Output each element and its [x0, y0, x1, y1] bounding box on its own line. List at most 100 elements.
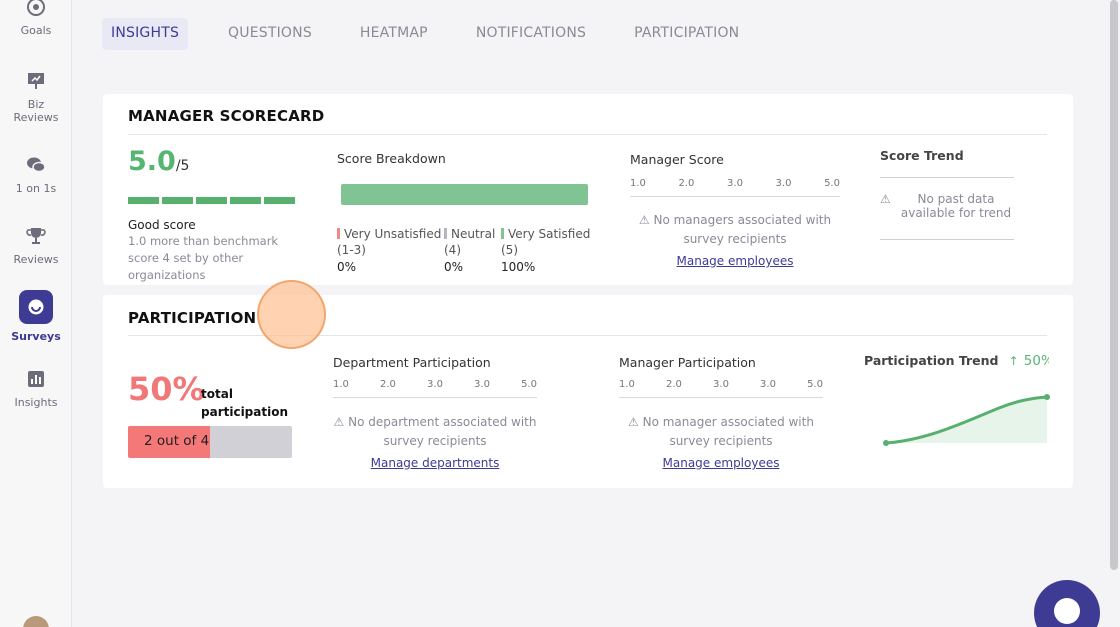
empty-msg-text: No department associated with survey rec…: [348, 415, 537, 448]
card-title: MANAGER SCORECARD: [128, 107, 325, 125]
manage-employees-link[interactable]: Manage employees: [663, 456, 780, 470]
tab-insights[interactable]: INSIGHTS: [102, 18, 189, 50]
target-icon: [27, 0, 45, 16]
axis-tick: 3.0: [474, 379, 490, 390]
avatar[interactable]: [23, 616, 49, 627]
axis-tick: 3.0: [775, 178, 792, 189]
department-axis: 1.0 2.0 3.0 3.0 5.0: [333, 379, 537, 398]
legend-very-satisfied: Very Satisfied (5) 100%: [501, 226, 591, 275]
legend-very-unsatisfied: Very Unsatisfied (1-3) 0%: [337, 226, 442, 275]
score-breakdown-title: Score Breakdown: [337, 151, 446, 166]
score-segment: [230, 197, 261, 204]
divider: [128, 134, 1047, 135]
manager-score-title: Manager Score: [630, 152, 724, 167]
manager-score-empty: ⚠ No managers associated with survey rec…: [630, 211, 840, 249]
empty-msg-text: No past data available for trend: [900, 192, 1012, 220]
participation-trend-value: 50%...: [1023, 353, 1049, 369]
manage-departments-link[interactable]: Manage departments: [371, 456, 500, 470]
legend-pct: 0%: [444, 260, 464, 274]
tab-heatmap[interactable]: HEATMAP: [360, 18, 428, 50]
chat-icon: [1054, 598, 1080, 624]
participation-card: PARTICIPATION 50% total participation 2 …: [103, 295, 1073, 488]
tab-participation[interactable]: PARTICIPATION: [634, 18, 739, 50]
trophy-icon: [26, 228, 46, 244]
department-participation-title: Department Participation: [333, 355, 491, 370]
benchmark-text: 1.0 more than benchmark score 4 set by o…: [128, 234, 279, 282]
chat-launcher-button[interactable]: [1034, 580, 1100, 627]
overall-score: 5.0/5: [128, 146, 189, 177]
axis-tick: 2.0: [666, 379, 682, 390]
divider: [880, 239, 1014, 240]
axis-tick: 3.0: [713, 379, 729, 390]
department-empty: ⚠ No department associated with survey r…: [331, 413, 539, 451]
warning-icon: ⚠: [628, 415, 639, 429]
legend-label: Neutral (4): [444, 227, 496, 257]
legend-marker: [444, 228, 447, 239]
sidebar-item-insights[interactable]: Insights: [0, 368, 72, 409]
participation-trend-title: Participation Trend: [864, 353, 999, 368]
sidebar: Goals Biz Reviews 1 on 1s Reviews Survey…: [0, 0, 72, 627]
manager-participation-title: Manager Participation: [619, 355, 756, 370]
score-value: 5.0: [128, 146, 176, 177]
sidebar-item-1on1s[interactable]: 1 on 1s: [0, 154, 72, 195]
axis-tick: 3.0: [427, 379, 443, 390]
participation-progress: 2 out of 4: [128, 426, 292, 458]
score-trend-title: Score Trend: [880, 148, 964, 163]
participation-trend-sparkline: [883, 394, 1050, 446]
empty-msg-text: No manager associated with survey recipi…: [642, 415, 814, 448]
presentation-icon: [28, 73, 44, 89]
sidebar-item-goals[interactable]: Goals: [0, 0, 72, 37]
sidebar-item-reviews[interactable]: Reviews: [0, 225, 72, 266]
axis-tick: 2.0: [380, 379, 396, 390]
axis-tick: 5.0: [521, 379, 537, 390]
participation-label: total participation: [201, 387, 289, 419]
cursor-highlight: [257, 280, 326, 349]
tab-notifications[interactable]: NOTIFICATIONS: [476, 18, 586, 50]
progress-text: 2 out of 4: [144, 433, 210, 449]
axis-tick: 1.0: [333, 379, 349, 390]
manager-empty: ⚠ No manager associated with survey reci…: [617, 413, 825, 451]
axis-tick: 5.0: [824, 178, 840, 189]
manager-scorecard-card: MANAGER SCORECARD 5.0/5 Good score 1.0 m…: [103, 94, 1073, 285]
score-trend-empty: ⚠ No past data available for trend: [880, 192, 1014, 220]
participation-percent: 50%: [128, 370, 205, 408]
score-denominator: /5: [175, 158, 190, 174]
sidebar-item-biz-reviews[interactable]: Biz Reviews: [0, 70, 72, 124]
tab-bar: INSIGHTS QUESTIONS HEATMAP NOTIFICATIONS…: [102, 18, 787, 50]
axis-tick: 3.0: [727, 178, 743, 189]
manager-axis: 1.0 2.0 3.0 3.0 5.0: [619, 379, 823, 398]
score-breakdown-bar: [341, 184, 588, 205]
tab-questions[interactable]: QUESTIONS: [228, 18, 312, 50]
sidebar-item-label: Goals: [20, 24, 52, 37]
manage-employees-link[interactable]: Manage employees: [677, 254, 794, 268]
score-segment: [196, 197, 227, 204]
legend-marker: [337, 228, 340, 239]
bar-chart-icon: [28, 371, 44, 387]
vertical-scrollbar[interactable]: [1110, 0, 1118, 570]
axis-tick: 3.0: [760, 379, 776, 390]
card-title: PARTICIPATION: [128, 309, 257, 327]
sparkline-point: [1044, 394, 1050, 400]
legend-label: Very Unsatisfied (1-3): [337, 227, 442, 257]
warning-icon: ⚠: [333, 415, 345, 429]
chat-bubbles-icon: [27, 157, 46, 173]
sidebar-item-surveys[interactable]: Surveys: [0, 290, 72, 343]
axis-tick: 5.0: [807, 379, 823, 390]
score-segment: [264, 197, 295, 204]
legend-neutral: Neutral (4) 0%: [444, 226, 500, 275]
legend-pct: 100%: [501, 260, 536, 274]
score-segment: [128, 197, 159, 204]
survey-icon: [19, 290, 53, 324]
warning-icon: ⚠: [880, 192, 891, 206]
legend-label: Very Satisfied (5): [501, 227, 591, 257]
empty-msg-text: No managers associated with survey recip…: [653, 213, 832, 246]
manager-score-axis: 1.0 2.0 3.0 3.0 5.0: [630, 178, 840, 197]
legend-pct: 0%: [337, 260, 357, 274]
axis-tick: 1.0: [630, 178, 646, 189]
good-score-label: Good score: [128, 218, 196, 232]
sparkline-point: [883, 440, 889, 446]
sidebar-item-label: Surveys: [11, 330, 61, 343]
arrow-up-icon: ↑: [1008, 354, 1019, 368]
legend-marker: [501, 228, 504, 239]
axis-tick: 2.0: [678, 178, 695, 189]
